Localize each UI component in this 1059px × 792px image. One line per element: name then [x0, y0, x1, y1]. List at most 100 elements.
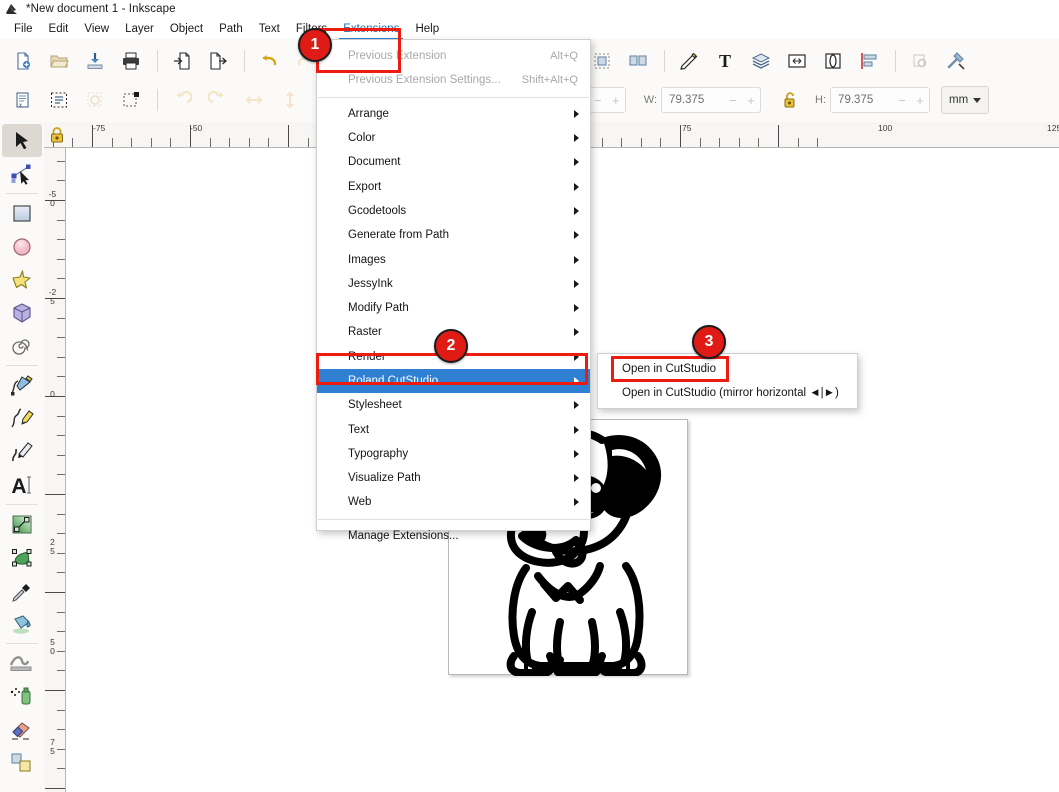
menu-item-modify-path[interactable]: Modify Path — [317, 296, 590, 320]
h-increment-button[interactable]: + — [911, 88, 929, 112]
height-field[interactable]: H: 79.375 − + — [815, 87, 931, 113]
rotate-ccw-icon — [165, 85, 199, 115]
ruler-label-v: -50 — [48, 189, 57, 208]
menu-item-web[interactable]: Web — [317, 490, 590, 514]
export-icon[interactable] — [201, 46, 235, 76]
menu-item-typography[interactable]: Typography — [317, 442, 590, 466]
toolbar-separator — [664, 49, 665, 72]
eraser-tool[interactable] — [0, 713, 44, 746]
ruler-label-h: -75 — [93, 123, 106, 133]
pen-tool[interactable] — [0, 369, 44, 402]
snap-bbox-edge-icon — [78, 85, 112, 115]
import-icon[interactable] — [165, 46, 199, 76]
chevron-right-icon — [574, 279, 579, 288]
menu-object[interactable]: Object — [162, 21, 211, 37]
flip-horizontal-icon — [237, 85, 271, 115]
dropper-tool[interactable] — [0, 574, 44, 607]
spray-tool[interactable] — [0, 680, 44, 713]
width-field[interactable]: W: 79.375 − + — [644, 87, 762, 113]
w-increment-button[interactable]: + — [742, 88, 760, 112]
chevron-right-icon — [574, 206, 579, 215]
chevron-right-icon — [574, 304, 579, 313]
w-decrement-button[interactable]: − — [724, 88, 742, 112]
units-select[interactable]: mm — [941, 86, 990, 114]
toolbar-separator — [157, 89, 158, 111]
calligraphy-tool[interactable] — [0, 435, 44, 468]
menu-item-text[interactable]: Text — [317, 417, 590, 441]
menu-bar: File Edit View Layer Object Path Text Fi… — [0, 18, 1059, 40]
save-document-icon[interactable] — [78, 46, 112, 76]
menu-item-jessyink[interactable]: JessyInk — [317, 272, 590, 296]
chevron-right-icon — [574, 231, 579, 240]
menu-item-visualize-path[interactable]: Visualize Path — [317, 466, 590, 490]
menu-path[interactable]: Path — [211, 21, 251, 37]
box3d-tool[interactable] — [0, 296, 44, 329]
menu-file[interactable]: File — [6, 21, 41, 37]
menu-item-manage-extensions[interactable]: Manage Extensions... — [317, 524, 590, 548]
y-decrement-button[interactable]: − — [589, 88, 607, 112]
ruler-label-v: -25 — [48, 287, 57, 306]
document-properties-icon[interactable] — [780, 46, 814, 76]
ungroup-icon[interactable] — [621, 46, 655, 76]
toolbar-separator — [157, 49, 158, 72]
extensions-dropdown-menu[interactable]: Previous Extension Alt+Q Previous Extens… — [316, 39, 591, 542]
menu-item-stylesheet[interactable]: Stylesheet — [317, 393, 590, 417]
text-tool[interactable]: A — [0, 468, 44, 501]
undo-icon[interactable] — [252, 46, 286, 76]
text-tool-icon[interactable]: T — [708, 46, 742, 76]
h-field-value: 79.375 — [838, 94, 874, 106]
submenu-item-open-in-cutstudio-mirror[interactable]: Open in CutStudio (mirror horizontal ◄|►… — [598, 381, 857, 405]
node-tool[interactable] — [0, 157, 44, 190]
menu-help[interactable]: Help — [407, 21, 447, 37]
align-distribute-icon[interactable] — [852, 46, 886, 76]
tweak-tool[interactable] — [0, 647, 44, 680]
y-increment-button[interactable]: + — [607, 88, 625, 112]
chevron-right-icon — [574, 498, 579, 507]
tool-box: A — [0, 122, 44, 792]
menu-text[interactable]: Text — [251, 21, 288, 37]
ruler-lock-icon[interactable] — [47, 124, 67, 146]
star-tool[interactable] — [0, 263, 44, 296]
menu-item-document[interactable]: Document — [317, 150, 590, 174]
paint-bucket-tool[interactable] — [0, 607, 44, 640]
chevron-right-icon — [574, 328, 579, 337]
mesh-gradient-tool[interactable] — [0, 541, 44, 574]
window-title: *New document 1 - Inkscape — [26, 3, 176, 15]
selector-tool[interactable] — [2, 124, 42, 157]
units-value: mm — [949, 94, 969, 106]
vertical-ruler[interactable]: -50 -25 0 25 50 75 — [44, 148, 66, 792]
connector-tool[interactable] — [0, 746, 44, 779]
new-document-icon[interactable] — [6, 46, 40, 76]
print-document-icon[interactable] — [114, 46, 148, 76]
h-decrement-button[interactable]: − — [893, 88, 911, 112]
menu-edit[interactable]: Edit — [41, 21, 77, 37]
menu-item-images[interactable]: Images — [317, 247, 590, 271]
lock-aspect-ratio-icon[interactable] — [773, 85, 807, 115]
menu-item-gcodetools[interactable]: Gcodetools — [317, 199, 590, 223]
fill-stroke-icon[interactable] — [816, 46, 850, 76]
pencil-tool[interactable] — [0, 402, 44, 435]
menu-separator — [318, 96, 589, 98]
chevron-right-icon — [574, 401, 579, 410]
snap-bounding-box-icon[interactable] — [42, 85, 76, 115]
open-document-icon[interactable] — [42, 46, 76, 76]
inkscape-preferences-icon[interactable] — [939, 46, 973, 76]
chevron-right-icon — [574, 134, 579, 143]
spiral-tool[interactable] — [0, 329, 44, 362]
menu-layer[interactable]: Layer — [117, 21, 162, 37]
gradient-tool[interactable] — [0, 508, 44, 541]
menu-item-color[interactable]: Color — [317, 126, 590, 150]
menu-item-export[interactable]: Export — [317, 174, 590, 198]
snap-bbox-corner-icon[interactable] — [114, 85, 148, 115]
chevron-right-icon — [574, 449, 579, 458]
chevron-right-icon — [574, 158, 579, 167]
ellipse-tool[interactable] — [0, 230, 44, 263]
ruler-label-h: 75 — [682, 123, 692, 133]
rectangle-tool[interactable] — [0, 197, 44, 230]
menu-item-arrange[interactable]: Arrange — [317, 102, 590, 126]
menu-item-generate-from-path[interactable]: Generate from Path — [317, 223, 590, 247]
menu-view[interactable]: View — [76, 21, 117, 37]
xml-editor-icon[interactable] — [672, 46, 706, 76]
snap-enable-icon[interactable]: x — [6, 85, 40, 115]
layers-icon[interactable] — [744, 46, 778, 76]
